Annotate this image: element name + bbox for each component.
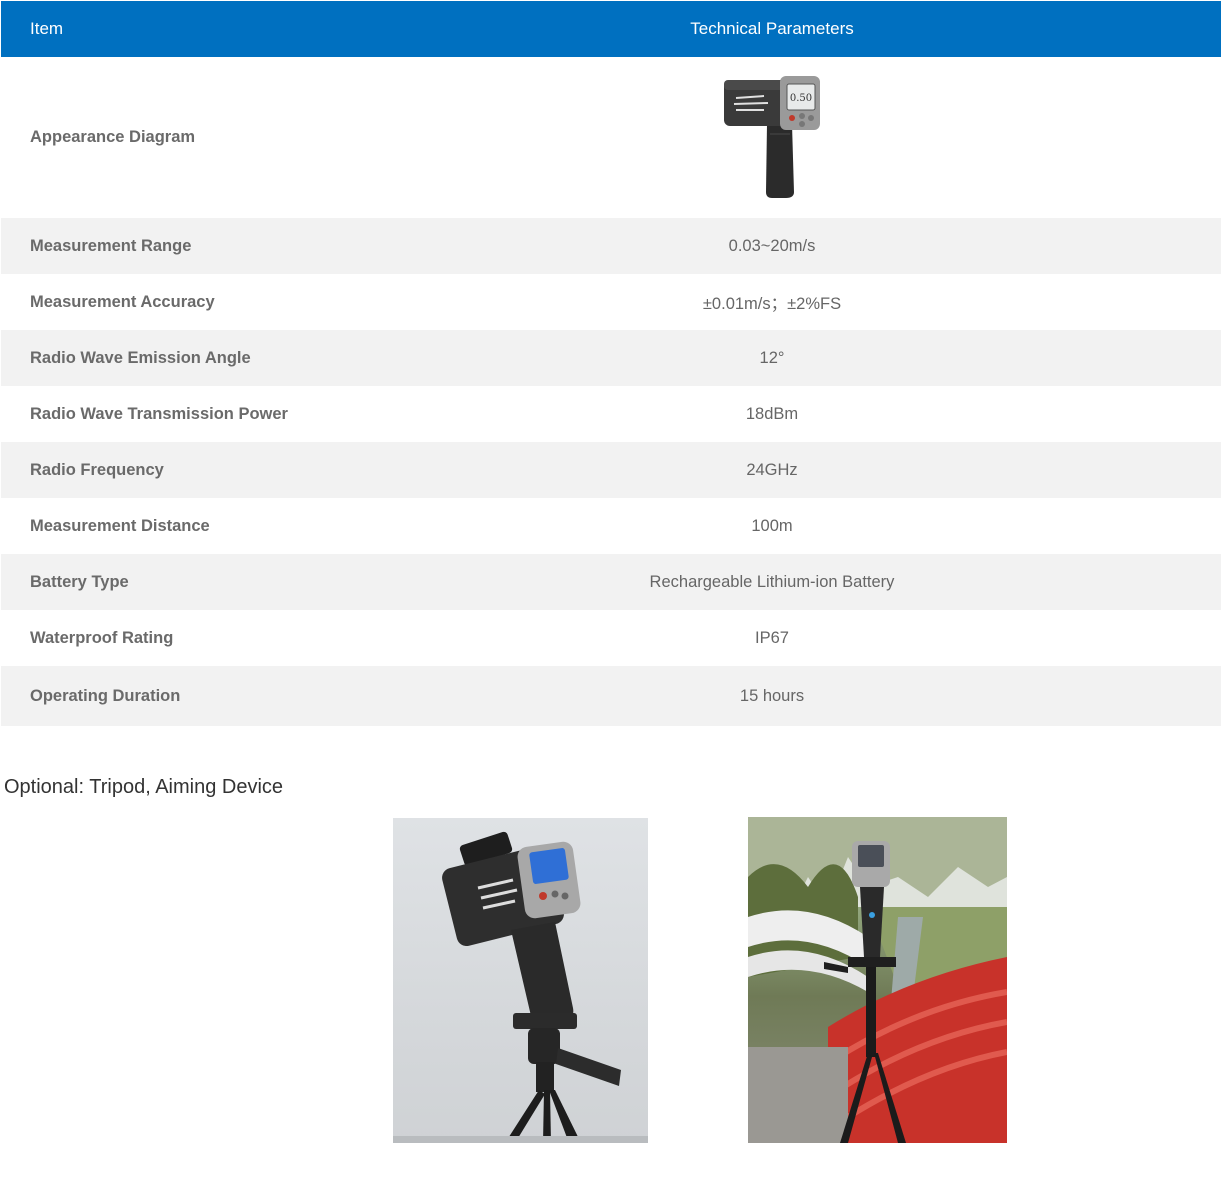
row-value: 24GHz (746, 460, 798, 479)
tripod-photo-bridge (748, 817, 1007, 1143)
row-value: ±0.01m/s；±2%FS (702, 295, 842, 313)
table-row: Battery Type Rechargeable Lithium-ion Ba… (1, 554, 1221, 610)
row-label: Waterproof Rating (30, 628, 174, 647)
table-row: Operating Duration 15 hours (1, 666, 1221, 726)
table-row: Waterproof Rating IP67 (1, 610, 1221, 666)
table-row: Measurement Distance 100m (1, 498, 1221, 554)
optional-accessories-caption: Optional: Tripod, Aiming Device (4, 776, 284, 798)
row-label: Operating Duration (30, 686, 181, 705)
row-label: Measurement Accuracy (30, 292, 215, 311)
row-label: Radio Wave Emission Angle (30, 348, 251, 367)
row-value: 18dBm (745, 404, 799, 423)
header-item: Item (30, 19, 64, 38)
row-label: Appearance Diagram (30, 128, 196, 146)
row-value: 15 hours (739, 686, 805, 705)
tripod-photo-studio (393, 818, 648, 1143)
table-row: Measurement Range 0.03~20m/s (1, 218, 1221, 274)
row-value-image: 0.50 (323, 57, 1221, 218)
row-label: Radio Frequency (30, 460, 164, 479)
row-value: Rechargeable Lithium-ion Battery (649, 572, 895, 591)
spec-table: Item Technical Parameters Appearance Dia… (1, 1, 1221, 726)
table-row: Radio Wave Emission Angle 12° (1, 330, 1221, 386)
row-value: IP67 (755, 628, 789, 647)
row-value: 0.03~20m/s (728, 236, 816, 255)
row-label: Radio Wave Transmission Power (30, 404, 288, 423)
header-parameters: Technical Parameters (690, 19, 854, 38)
table-row: Radio Frequency 24GHz (1, 442, 1221, 498)
table-row: Radio Wave Transmission Power 18dBm (1, 386, 1221, 442)
table-row: Measurement Accuracy ±0.01m/s；±2%FS (1, 274, 1221, 330)
row-label: Battery Type (30, 572, 129, 591)
table-row-appearance: Appearance Diagram 0.50 (1, 57, 1221, 218)
spec-table-header: Item Technical Parameters (1, 1, 1221, 57)
radar-gun-image: 0.50 (722, 74, 822, 202)
device-screen-value: 0.50 (790, 93, 812, 104)
row-value: 12° (759, 348, 785, 367)
row-value: 100m (751, 516, 793, 535)
row-label: Measurement Distance (30, 516, 210, 535)
row-label: Measurement Range (30, 236, 192, 255)
